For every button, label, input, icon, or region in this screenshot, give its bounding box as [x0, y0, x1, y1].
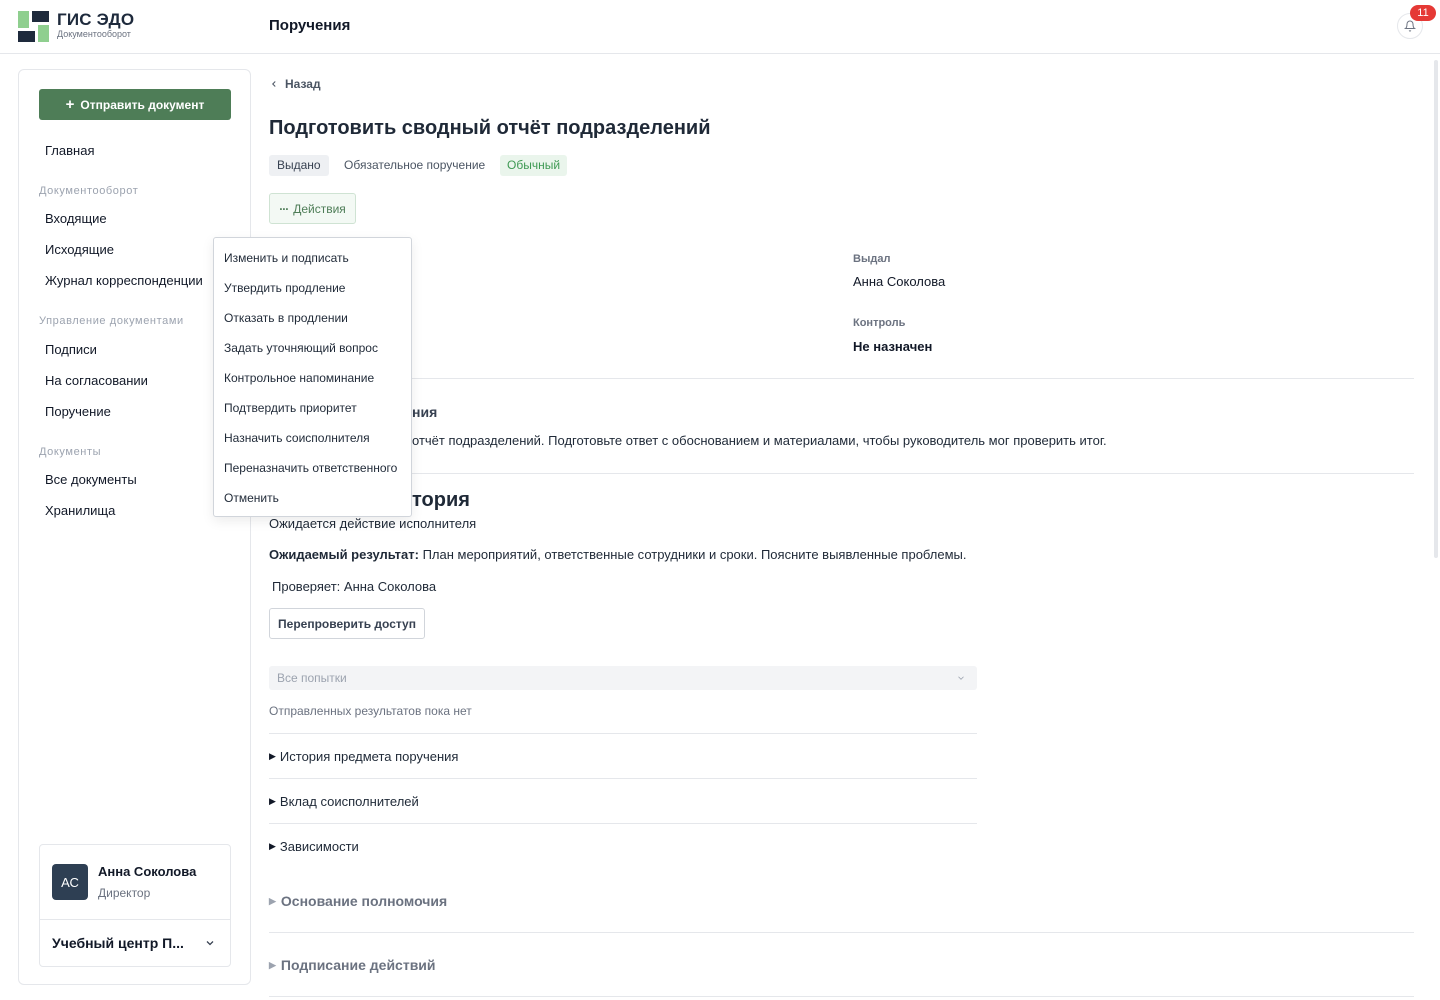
chevron-left-icon: [272, 81, 276, 87]
send-document-button[interactable]: + Отправить документ: [39, 89, 231, 120]
issued-by-value: Анна Соколова: [853, 274, 946, 289]
menu-item-edit-sign[interactable]: Изменить и подписать: [224, 251, 349, 265]
page-title: Подготовить сводный отчёт подразделений: [269, 117, 711, 139]
details-subject-history[interactable]: ▶ История предмета поручения: [269, 749, 458, 764]
divider: [269, 932, 1414, 933]
menu-item-confirm-priority[interactable]: Подтвердить приоритет: [224, 401, 357, 415]
history-heading: тория: [412, 489, 470, 511]
status-badge: Выдано: [269, 155, 329, 176]
menu-item-reassign-responsible[interactable]: Переназначить ответственного: [224, 461, 397, 475]
brand-title: ГИС ЭДО: [57, 10, 135, 29]
scrollbar[interactable]: [1434, 60, 1438, 558]
details-label: Зависимости: [279, 839, 359, 854]
user-name: Анна Соколова: [98, 864, 197, 879]
waiting-status-text: Ожидается действие исполнителя: [269, 516, 477, 531]
verifier-text: Проверяет: Анна Соколова: [272, 579, 437, 594]
details-label: Вклад соисполнителей: [279, 794, 419, 809]
control-label: Контроль: [853, 317, 906, 329]
issued-by-label: Выдал: [853, 253, 891, 265]
expected-result-label: Ожидаемый результат:: [269, 547, 419, 562]
section-label: Подписание действий: [280, 957, 436, 973]
section-authority-basis[interactable]: ▶ Основание полномочия: [269, 893, 447, 909]
sidebar-item-signatures[interactable]: Подписи: [45, 342, 97, 357]
details-coexecutors[interactable]: ▶ Вклад соисполнителей: [269, 794, 419, 809]
triangle-right-icon: ▶: [269, 751, 276, 761]
back-link[interactable]: Назад: [269, 77, 321, 91]
sidebar-item-incoming[interactable]: Входящие: [45, 211, 107, 226]
sidebar-item-correspondence-log[interactable]: Журнал корреспонденции: [45, 273, 203, 288]
recheck-access-button[interactable]: Перепроверить доступ: [269, 608, 425, 639]
divider: [269, 733, 977, 734]
menu-item-control-reminder[interactable]: Контрольное напоминание: [224, 371, 374, 385]
menu-item-approve-extension[interactable]: Утвердить продление: [224, 281, 345, 295]
triangle-right-icon: ▶: [269, 895, 276, 906]
menu-item-cancel[interactable]: Отменить: [224, 491, 279, 505]
triangle-right-icon: ▶: [269, 796, 276, 806]
section-label: Основание полномочия: [280, 893, 448, 909]
organization-selector[interactable]: Учебный центр П...: [52, 935, 192, 951]
description-text: отчёт подразделений. Подготовьте ответ с…: [412, 433, 1107, 448]
expected-result-text: План мероприятий, ответственные сотрудни…: [418, 547, 967, 562]
brand-subtitle: Документооборот: [57, 29, 131, 39]
plus-icon: +: [65, 96, 75, 113]
divider: [269, 378, 1414, 379]
no-results-text: Отправленных результатов пока нет: [269, 704, 472, 718]
details-label: История предмета поручения: [279, 749, 459, 764]
chevron-down-icon: [958, 676, 964, 680]
notification-count-badge: 11: [1410, 5, 1436, 21]
sidebar-item-storage[interactable]: Хранилища: [45, 503, 115, 518]
priority-badge: Обычный: [500, 155, 568, 176]
back-label: Назад: [285, 77, 321, 91]
app-logo: [18, 11, 49, 42]
triangle-right-icon: ▶: [269, 959, 276, 970]
sidebar-item-assignment[interactable]: Поручение: [45, 404, 111, 419]
sidebar-section-doc-management: Управление документами: [39, 315, 184, 327]
sidebar: + Отправить документ Главная Документооб…: [18, 69, 251, 985]
sidebar-item-outgoing[interactable]: Исходящие: [45, 242, 114, 257]
sidebar-section-documents: Документы: [39, 446, 102, 458]
top-bar: ГИС ЭДО Документооборот Поручения 11: [0, 0, 1440, 54]
attempts-select[interactable]: Все попытки: [269, 666, 977, 690]
divider: [269, 823, 977, 824]
chevron-down-icon[interactable]: [204, 937, 216, 949]
bell-icon: [1404, 20, 1416, 32]
send-document-label: Отправить документ: [80, 97, 205, 112]
user-role: Директор: [98, 886, 151, 900]
control-value: Не назначен: [853, 339, 933, 354]
page-header: Поручения: [269, 17, 351, 34]
divider: [269, 996, 1414, 997]
avatar: АС: [52, 864, 88, 900]
sidebar-section-docflow: Документооборот: [39, 185, 139, 197]
profile-divider: [40, 919, 230, 920]
section-action-signing[interactable]: ▶ Подписание действий: [269, 957, 436, 973]
menu-item-reject-extension[interactable]: Отказать в продлении: [224, 311, 348, 325]
triangle-right-icon: ▶: [269, 841, 276, 851]
expected-result: Ожидаемый результат: План мероприятий, о…: [269, 547, 967, 562]
sidebar-item-approval[interactable]: На согласовании: [45, 373, 148, 388]
description-heading: ния: [412, 404, 438, 420]
actions-dropdown-menu: Изменить и подписать Утвердить продление…: [213, 237, 412, 517]
actions-label: Действия: [293, 201, 346, 216]
actions-button[interactable]: ··· Действия: [269, 193, 356, 224]
more-dots-icon: ···: [279, 201, 289, 216]
user-profile-card: АС Анна Соколова Директор Учебный центр …: [39, 844, 231, 967]
sidebar-item-all-documents[interactable]: Все документы: [45, 472, 137, 487]
attempts-select-value: Все попытки: [277, 671, 347, 685]
assignment-type-label: Обязательное поручение: [344, 158, 486, 172]
details-dependencies[interactable]: ▶ Зависимости: [269, 839, 359, 854]
menu-item-ask-question[interactable]: Задать уточняющий вопрос: [224, 341, 378, 355]
sidebar-item-home[interactable]: Главная: [45, 143, 94, 158]
divider: [269, 473, 1414, 474]
brand: ГИС ЭДО Документооборот: [57, 11, 134, 40]
menu-item-assign-coexecutor[interactable]: Назначить соисполнителя: [224, 431, 370, 445]
divider: [269, 778, 977, 779]
